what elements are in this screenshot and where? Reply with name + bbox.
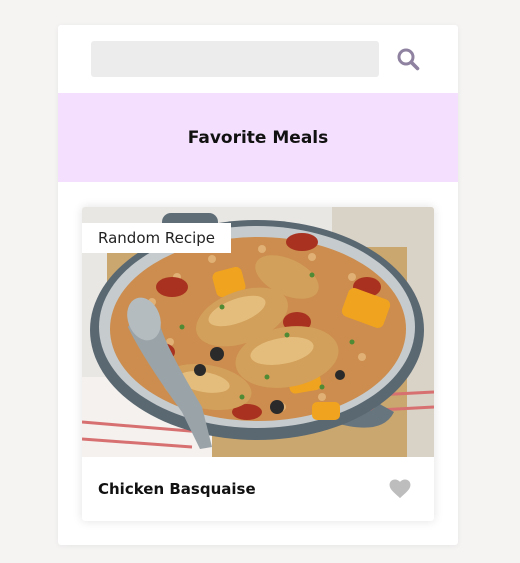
- meal-image[interactable]: Random Recipe: [82, 207, 434, 457]
- meal-footer: Chicken Basquaise: [82, 457, 434, 521]
- search-icon: [397, 48, 420, 71]
- favorites-title: Favorite Meals: [187, 127, 329, 148]
- heart-icon: [389, 479, 411, 499]
- meal-name: Chicken Basquaise: [98, 480, 256, 498]
- favorite-button[interactable]: [388, 477, 412, 501]
- favorites-bar: Favorite Meals: [58, 93, 458, 182]
- random-recipe-tag: Random Recipe: [82, 223, 232, 253]
- header: [58, 25, 458, 93]
- meal-card: Random Recipe Chicken Basquaise: [82, 207, 434, 521]
- search-button[interactable]: [395, 46, 421, 72]
- search-input[interactable]: [91, 41, 380, 77]
- app-container: Favorite Meals Random Recipe Chicken Bas…: [58, 25, 458, 545]
